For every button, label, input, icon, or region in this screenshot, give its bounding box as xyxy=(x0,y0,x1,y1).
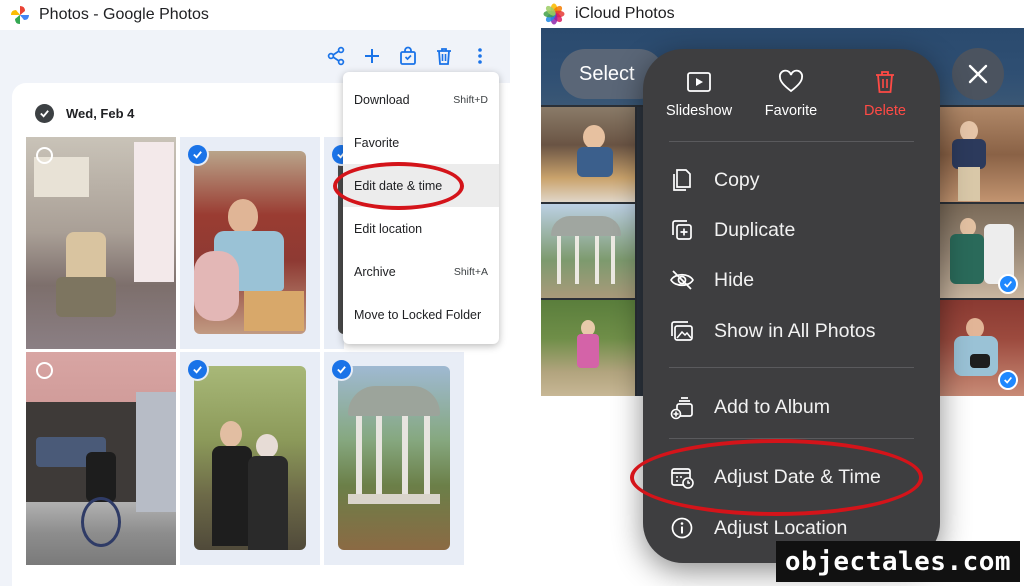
ic-window-title: iCloud Photos xyxy=(575,5,675,22)
menu-item-label: Add to Album xyxy=(714,395,830,418)
selected-check-icon[interactable] xyxy=(998,274,1018,294)
menu-item-label: Copy xyxy=(714,168,760,191)
select-circle-icon[interactable] xyxy=(36,362,53,379)
calendar-clock-icon xyxy=(671,468,694,489)
selected-check-icon[interactable] xyxy=(188,360,207,379)
selected-check-icon[interactable] xyxy=(188,145,207,164)
menu-item-adjust-date-time[interactable]: Adjust Date & Time xyxy=(669,457,919,497)
menu-item-duplicate[interactable]: Duplicate xyxy=(669,210,919,250)
ic-context-menu: Slideshow Favorite Delete Copy Duplicate xyxy=(643,49,940,563)
slideshow-button[interactable]: Slideshow xyxy=(651,69,747,119)
slideshow-label: Slideshow xyxy=(665,103,733,119)
selected-check-icon[interactable] xyxy=(332,360,351,379)
gp-more-options-menu: Download Shift+D Favorite Edit date & ti… xyxy=(343,72,499,344)
more-vert-icon xyxy=(478,48,482,64)
google-photos-window: Photos - Google Photos Wed, Feb 4 Downlo… xyxy=(0,0,510,586)
comparison-screenshot: Photos - Google Photos Wed, Feb 4 Downlo… xyxy=(0,0,1024,586)
favorite-label: Favorite xyxy=(764,103,818,119)
photo-tile[interactable] xyxy=(324,137,344,349)
delete-label: Delete xyxy=(864,103,906,119)
menu-item-shortcut: Shift+A xyxy=(453,265,488,278)
apple-photos-logo-icon xyxy=(543,3,565,25)
photo-thumbnail xyxy=(194,366,306,550)
slideshow-icon xyxy=(687,72,711,92)
menu-item-label: Favorite xyxy=(354,135,400,150)
menu-item-label: Edit date & time xyxy=(354,178,443,193)
photo-thumbnail[interactable] xyxy=(541,204,635,298)
menu-item-hide[interactable]: Hide xyxy=(669,260,919,300)
share-icon xyxy=(327,46,345,66)
photo-thumbnail xyxy=(26,352,176,565)
menu-item-copy[interactable]: Copy xyxy=(669,160,919,200)
order-prints-button[interactable] xyxy=(394,42,422,70)
add-icon xyxy=(365,49,379,63)
close-button[interactable] xyxy=(952,48,1004,100)
photo-thumbnail xyxy=(26,137,176,349)
eye-slash-icon xyxy=(670,270,694,290)
trash-icon xyxy=(876,71,894,93)
shopping-bag-icon xyxy=(400,46,416,65)
menu-item-label: Edit location xyxy=(354,221,423,236)
photo-tile[interactable] xyxy=(26,137,176,349)
watermark: objectales.com xyxy=(776,541,1020,582)
photos-icon xyxy=(671,321,693,341)
gp-date-group[interactable]: Wed, Feb 4 xyxy=(35,104,134,123)
favorite-button[interactable]: Favorite xyxy=(743,69,839,119)
icloud-photos-window: iCloud Photos Select Slideshow Favorite … xyxy=(541,0,1024,586)
menu-item-edit-location[interactable]: Edit location xyxy=(343,207,499,250)
photo-tile[interactable] xyxy=(180,137,320,349)
add-album-icon xyxy=(670,397,693,420)
menu-divider xyxy=(669,367,914,368)
menu-item-move-to-locked-folder[interactable]: Move to Locked Folder xyxy=(343,293,499,336)
more-options-button[interactable] xyxy=(466,42,494,70)
add-button[interactable] xyxy=(358,42,386,70)
menu-item-label: Hide xyxy=(714,268,755,291)
menu-item-download[interactable]: Download Shift+D xyxy=(343,78,499,121)
menu-item-label: Archive xyxy=(354,264,396,279)
info-icon xyxy=(671,517,693,539)
menu-item-label: Show in All Photos xyxy=(714,319,876,342)
google-photos-logo-icon xyxy=(11,6,29,24)
selected-check-icon[interactable] xyxy=(998,370,1018,390)
duplicate-icon xyxy=(672,220,692,240)
close-icon xyxy=(968,64,988,84)
delete-button[interactable]: Delete xyxy=(837,69,933,119)
menu-item-edit-date-time[interactable]: Edit date & time xyxy=(343,164,499,207)
menu-item-label: Adjust Location xyxy=(714,516,848,539)
photo-tile[interactable] xyxy=(180,352,320,565)
menu-item-add-to-album[interactable]: Add to Album xyxy=(669,387,919,427)
trash-icon xyxy=(437,48,451,65)
gp-titlebar: Photos - Google Photos xyxy=(0,0,510,30)
photo-thumbnail[interactable] xyxy=(940,107,1024,202)
gp-toolbar xyxy=(322,42,494,70)
menu-item-label: Download xyxy=(354,92,410,107)
photo-thumbnail[interactable] xyxy=(541,300,635,396)
ic-menu-top-actions: Slideshow Favorite Delete xyxy=(643,49,940,141)
menu-item-archive[interactable]: Archive Shift+A xyxy=(343,250,499,293)
ic-titlebar: iCloud Photos xyxy=(541,0,1024,28)
menu-item-shortcut: Shift+D xyxy=(453,93,488,106)
photo-tile[interactable] xyxy=(324,352,464,565)
date-select-check-icon[interactable] xyxy=(35,104,54,123)
photo-thumbnail[interactable] xyxy=(541,107,635,202)
menu-divider xyxy=(669,438,914,439)
gp-date-label: Wed, Feb 4 xyxy=(66,106,135,121)
menu-divider xyxy=(669,141,914,142)
menu-item-label: Move to Locked Folder xyxy=(354,307,482,322)
photo-tile[interactable] xyxy=(26,352,176,565)
photo-thumbnail xyxy=(338,366,450,550)
delete-button[interactable] xyxy=(430,42,458,70)
menu-item-favorite[interactable]: Favorite xyxy=(343,121,499,164)
copy-icon xyxy=(673,169,691,191)
menu-item-label: Duplicate xyxy=(714,218,796,241)
select-circle-icon[interactable] xyxy=(36,147,53,164)
photo-thumbnail xyxy=(194,151,306,334)
share-button[interactable] xyxy=(322,42,350,70)
gp-window-title: Photos - Google Photos xyxy=(39,6,209,23)
heart-icon xyxy=(779,69,803,93)
menu-item-show-in-all-photos[interactable]: Show in All Photos xyxy=(669,311,919,351)
menu-item-label: Adjust Date & Time xyxy=(714,465,881,488)
